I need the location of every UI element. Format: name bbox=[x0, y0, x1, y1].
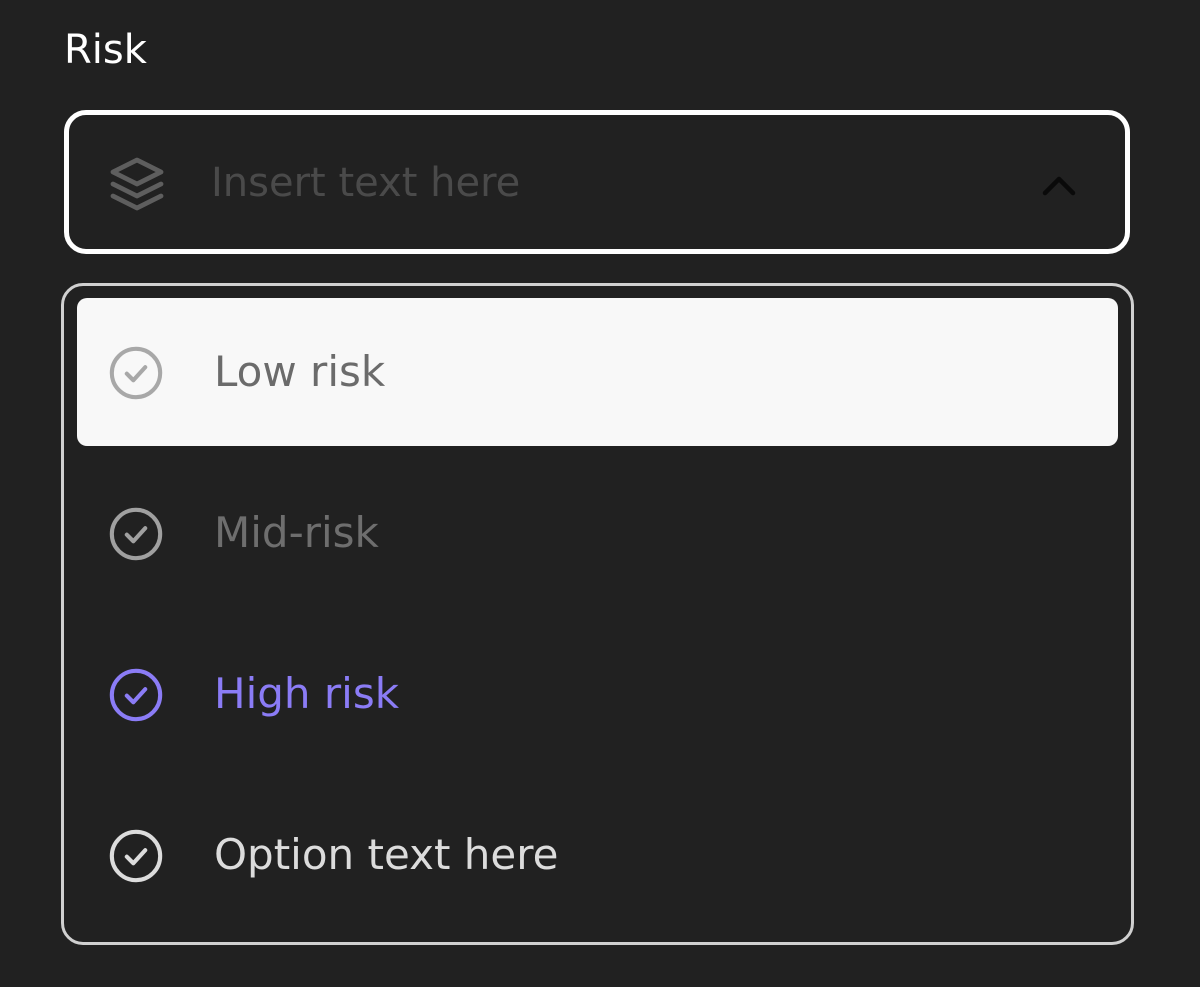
chevron-up-icon[interactable] bbox=[1039, 167, 1079, 203]
check-circle-icon bbox=[109, 346, 163, 400]
check-circle-icon bbox=[109, 668, 163, 722]
risk-select[interactable]: Insert text here bbox=[64, 110, 1130, 254]
dropdown-menu: Low risk Mid-risk High risk Option text … bbox=[61, 283, 1134, 945]
option-label: Mid-risk bbox=[214, 508, 379, 557]
option-mid-risk[interactable]: Mid-risk bbox=[77, 459, 1118, 607]
option-high-risk[interactable]: High risk bbox=[77, 620, 1118, 768]
option-low-risk[interactable]: Low risk bbox=[77, 298, 1118, 446]
select-placeholder: Insert text here bbox=[211, 160, 521, 206]
option-label: Option text here bbox=[214, 830, 559, 879]
check-circle-icon bbox=[109, 507, 163, 561]
field-label: Risk bbox=[64, 27, 147, 73]
option-text-here[interactable]: Option text here bbox=[77, 781, 1118, 929]
check-circle-icon bbox=[109, 829, 163, 883]
option-label: Low risk bbox=[214, 347, 386, 396]
option-label: High risk bbox=[214, 669, 400, 718]
layers-icon bbox=[110, 157, 164, 211]
